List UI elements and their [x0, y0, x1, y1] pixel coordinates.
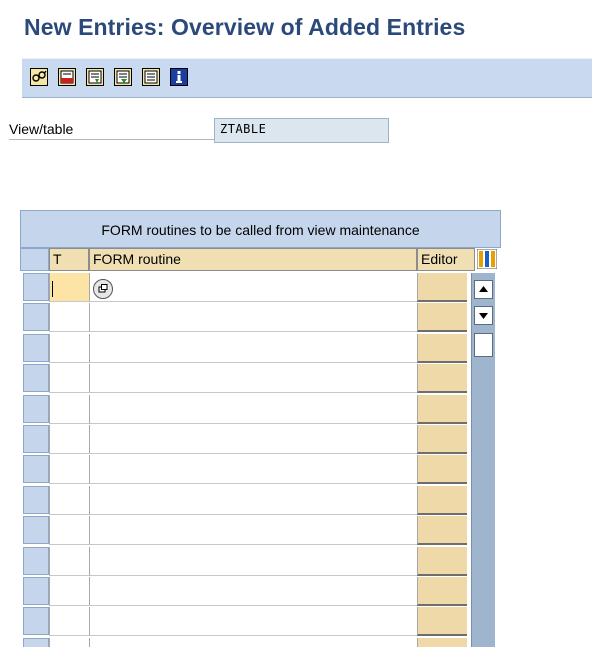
cell-t[interactable]: [49, 638, 89, 647]
cell-t[interactable]: [49, 577, 89, 606]
cell-editor[interactable]: [417, 486, 467, 515]
display-change-button[interactable]: [30, 68, 48, 86]
cell-form-routine[interactable]: [89, 273, 417, 302]
cell-t[interactable]: [49, 516, 89, 545]
value-help-button[interactable]: [93, 279, 113, 299]
label-underline: [9, 139, 217, 140]
cell-editor[interactable]: [417, 516, 467, 545]
scroll-down-button[interactable]: [474, 306, 493, 325]
view-table-field[interactable]: ZTABLE: [214, 118, 389, 143]
row-selector[interactable]: [23, 607, 49, 635]
save-icon: [60, 70, 74, 84]
deselect-all-icon: [144, 70, 158, 84]
row-selector[interactable]: [23, 303, 49, 331]
cell-editor[interactable]: [417, 455, 467, 484]
cell-editor[interactable]: [417, 607, 467, 636]
application-toolbar: [22, 58, 592, 98]
cell-t[interactable]: [49, 273, 89, 302]
scroll-thumb[interactable]: [474, 333, 493, 357]
row-selector[interactable]: [23, 334, 49, 362]
table-title: FORM routines to be called from view mai…: [20, 210, 501, 248]
cell-form-routine[interactable]: [89, 455, 417, 484]
row-selector[interactable]: [23, 486, 49, 514]
select-all-icon: [88, 70, 102, 84]
cell-form-routine[interactable]: [89, 303, 417, 332]
select-block-icon: [116, 70, 130, 84]
column-header-form-routine[interactable]: FORM routine: [89, 248, 417, 271]
form-routines-table: FORM routines to be called from view mai…: [20, 210, 501, 647]
cell-editor[interactable]: [417, 334, 467, 363]
cell-editor[interactable]: [417, 547, 467, 576]
info-button[interactable]: [170, 68, 188, 86]
select-all-rows-corner[interactable]: [20, 248, 49, 271]
cell-editor[interactable]: [417, 577, 467, 606]
value-help-icon: [98, 284, 108, 293]
deselect-all-button[interactable]: [142, 68, 160, 86]
text-cursor: [52, 281, 53, 297]
info-icon: [176, 71, 182, 83]
select-all-button[interactable]: [86, 68, 104, 86]
cell-t[interactable]: [49, 455, 89, 484]
row-selector[interactable]: [23, 547, 49, 575]
column-header-editor[interactable]: Editor: [417, 248, 475, 271]
cell-t[interactable]: [49, 607, 89, 636]
cell-editor[interactable]: [417, 638, 467, 647]
cell-form-routine[interactable]: [89, 607, 417, 636]
row-selector[interactable]: [23, 577, 49, 605]
row-selector[interactable]: [23, 425, 49, 453]
cell-form-routine[interactable]: [89, 516, 417, 545]
page-title: New Entries: Overview of Added Entries: [24, 14, 466, 40]
cell-form-routine[interactable]: [89, 638, 417, 647]
cell-form-routine[interactable]: [89, 486, 417, 515]
table-config-icon: [476, 248, 498, 270]
cell-form-routine[interactable]: [89, 577, 417, 606]
vertical-scrollbar[interactable]: [471, 273, 495, 647]
cell-editor[interactable]: [417, 395, 467, 424]
view-table-label: View/table: [9, 121, 74, 137]
row-selector[interactable]: [23, 395, 49, 423]
row-selector[interactable]: [23, 273, 49, 301]
scroll-up-button[interactable]: [474, 280, 493, 299]
cell-t[interactable]: [49, 486, 89, 515]
row-selector[interactable]: [23, 516, 49, 544]
cell-t[interactable]: [49, 395, 89, 424]
cell-form-routine[interactable]: [89, 364, 417, 393]
cell-t[interactable]: [49, 364, 89, 393]
arrow-up-icon: [479, 286, 488, 292]
cell-editor[interactable]: [417, 303, 467, 332]
row-selector[interactable]: [23, 638, 49, 647]
save-button[interactable]: [58, 68, 76, 86]
cell-t[interactable]: [49, 334, 89, 363]
arrow-down-icon: [479, 313, 488, 319]
table-settings-button[interactable]: [476, 248, 498, 270]
cell-editor[interactable]: [417, 364, 467, 393]
cell-t[interactable]: [49, 425, 89, 454]
glasses-icon: [32, 70, 47, 82]
row-selector[interactable]: [23, 364, 49, 392]
cell-form-routine[interactable]: [89, 425, 417, 454]
cell-editor[interactable]: [417, 425, 467, 454]
select-block-button[interactable]: [114, 68, 132, 86]
cell-form-routine[interactable]: [89, 547, 417, 576]
cell-t[interactable]: [49, 547, 89, 576]
cell-t[interactable]: [49, 303, 89, 332]
cell-editor[interactable]: [417, 273, 467, 302]
column-header-t[interactable]: T: [49, 248, 89, 271]
cell-form-routine[interactable]: [89, 395, 417, 424]
cell-form-routine[interactable]: [89, 334, 417, 363]
row-selector[interactable]: [23, 455, 49, 483]
